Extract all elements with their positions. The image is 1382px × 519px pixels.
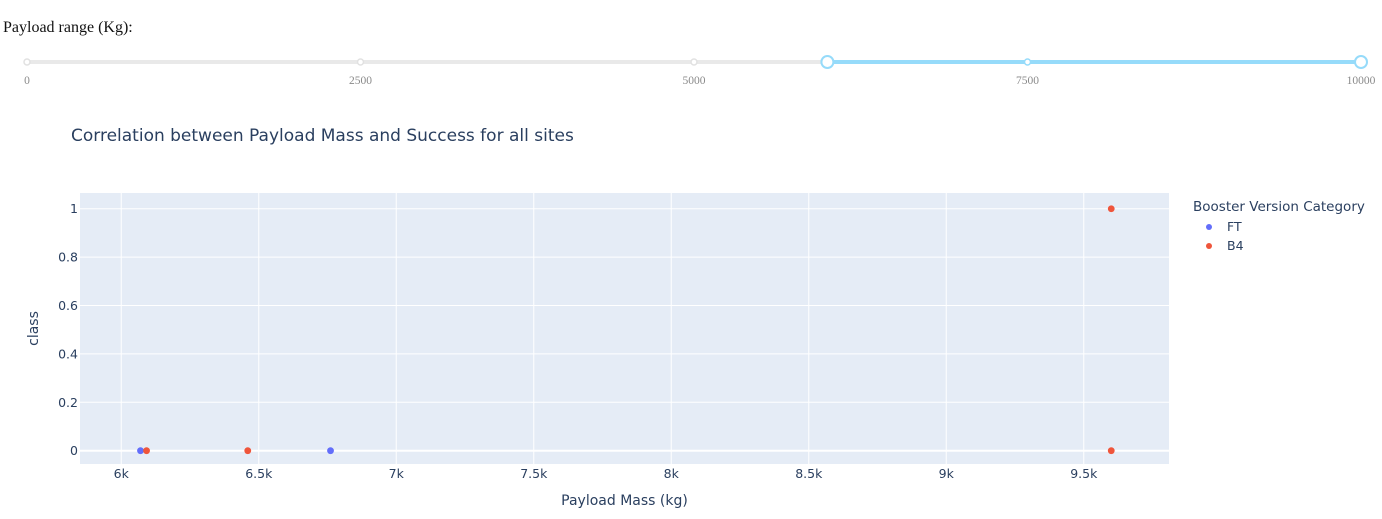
y-tick-label: 0.6: [58, 298, 78, 313]
slider-handle-low[interactable]: [820, 55, 835, 69]
payload-range-slider[interactable]: 0 2500 5000 7500 10000: [0, 46, 1382, 96]
x-tick-label: 7.5k: [520, 466, 548, 481]
data-point-ft: [327, 447, 334, 455]
legend-marker-ft: [1206, 223, 1212, 230]
x-tick-label: 7k: [389, 466, 405, 481]
x-tick-label: 8k: [664, 466, 680, 481]
legend-label-b4: B4: [1227, 238, 1244, 253]
slider-mark-label: 10000: [1347, 75, 1376, 87]
payload-range-label: Payload range (Kg):: [3, 19, 133, 36]
legend-item-ft[interactable]: FT: [1206, 219, 1242, 234]
slider-mark-dot: [690, 58, 698, 66]
x-tick-label: 9.5k: [1070, 466, 1098, 481]
slider-mark-label: 5000: [683, 75, 706, 87]
slider-mark-dot: [23, 58, 31, 66]
y-tick-label: 0.2: [58, 395, 78, 410]
x-tick-label: 6.5k: [245, 466, 273, 481]
x-axis-title: Payload Mass (kg): [561, 493, 688, 509]
legend-item-b4[interactable]: B4: [1206, 238, 1244, 253]
y-tick-label: 0: [70, 443, 78, 458]
slider-mark-dot: [1023, 58, 1032, 66]
data-point-b4: [1107, 205, 1115, 213]
legend-marker-b4: [1206, 242, 1212, 249]
data-point-b4: [1107, 447, 1115, 455]
legend-label-ft: FT: [1227, 219, 1242, 234]
slider-mark-label: 2500: [349, 75, 372, 87]
y-tick-label: 0.8: [58, 250, 78, 265]
x-tick-label: 9k: [939, 466, 955, 481]
y-axis-title: class: [26, 311, 42, 346]
y-tick-label: 1: [70, 201, 78, 216]
data-point-b4: [143, 447, 150, 455]
slider-handle-high[interactable]: [1354, 55, 1368, 69]
x-tick-label: 6k: [114, 466, 130, 481]
legend-title: Booster Version Category: [1193, 199, 1365, 215]
data-point-b4: [244, 447, 252, 455]
data-point-ft: [137, 447, 144, 455]
x-tick-label: 8.5k: [795, 466, 823, 481]
slider-mark-label: 0: [24, 75, 30, 87]
slider-mark-label: 7500: [1016, 75, 1039, 87]
y-tick-label: 0.4: [58, 346, 78, 361]
plot-area: [80, 193, 1169, 464]
chart-title: Correlation between Payload Mass and Suc…: [71, 126, 574, 146]
slider-mark-dot: [356, 58, 365, 66]
